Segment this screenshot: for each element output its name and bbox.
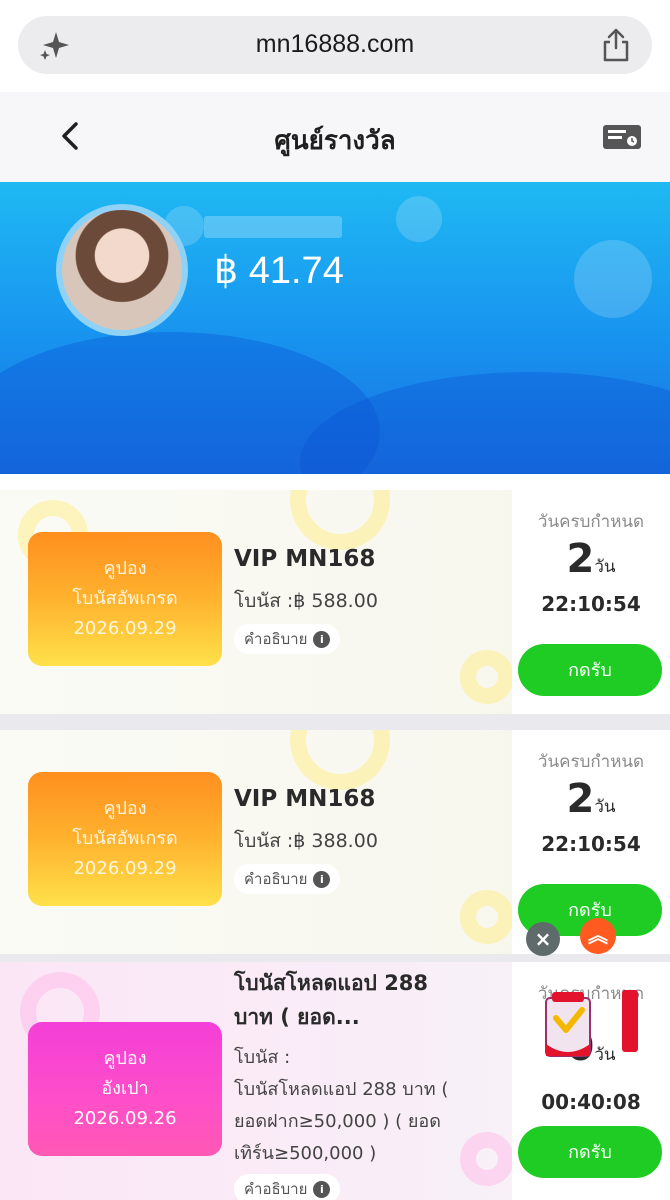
coupon-title: โบนัสโหลดแอป 288 บาท ( ยอด... <box>234 966 428 1034</box>
page-title: ศูนย์รางวัล <box>274 126 396 156</box>
coupon-badge: คูปอง อังเปา 2026.09.26 <box>28 1022 222 1156</box>
coupon-date: 2026.09.26 <box>73 1108 177 1129</box>
ticket-icon[interactable] <box>602 122 642 152</box>
explain-button[interactable]: คำอธิบาย i <box>234 1174 341 1200</box>
coupon-title-line: โบนัสโหลดแอป 288 <box>234 971 429 995</box>
days-number: 2 <box>566 536 595 582</box>
explain-label: คำอธิบาย <box>244 870 308 888</box>
coupon-kind: อังเปา <box>101 1078 149 1099</box>
coupon-title: VIP MN168 <box>234 786 376 812</box>
explain-button[interactable]: คำอธิบาย i <box>234 624 341 654</box>
bubble-decoration <box>574 240 652 318</box>
coupon-bonus-line: โบนัสโหลดแอป 288 บาท ( <box>234 1079 449 1100</box>
url-bar[interactable]: mn16888.com <box>18 16 652 74</box>
days-number: 2 <box>566 776 595 822</box>
coupon-bonus-line: ยอดฝาก≥50,000 ) ( ยอด <box>234 1111 441 1132</box>
explain-label: คำอธิบาย <box>244 1180 308 1198</box>
time-remaining: 00:40:08 <box>541 1090 641 1114</box>
avatar-image <box>62 210 182 330</box>
time-remaining: 22:10:54 <box>541 832 641 856</box>
coupon-badge: คูปอง โบนัสอัพเกรด 2026.09.29 <box>28 772 222 906</box>
coupon-bonus: โบนัส :฿ 388.00 <box>234 830 378 852</box>
ring-decoration <box>460 890 514 944</box>
days-remaining: 2วัน <box>512 536 670 582</box>
coupon-badge: คูปอง โบนัสอัพเกรด 2026.09.29 <box>28 532 222 666</box>
due-label: วันครบกำหนด <box>537 752 645 772</box>
days-unit: วัน <box>594 1045 616 1065</box>
coupon-bonus-line: เทิร์น≥500,000 ) <box>234 1143 377 1164</box>
ring-decoration <box>460 1132 514 1186</box>
coupon-card: คูปอง โบนัสอัพเกรด 2026.09.29 VIP MN168 … <box>0 730 670 954</box>
coupon-date: 2026.09.29 <box>73 618 177 639</box>
page-header: ศูนย์รางวัล <box>0 92 670 182</box>
avatar[interactable] <box>56 204 188 336</box>
sparkle-icon[interactable] <box>38 30 70 62</box>
balance-amount: ฿ 41.74 <box>214 250 344 292</box>
days-remaining: 2วัน <box>512 776 670 822</box>
ring-decoration <box>290 730 390 790</box>
coupon-bonus: โบนัส : โบนัสโหลดแอป 288 บาท ( ยอดฝาก≥50… <box>234 1042 448 1170</box>
coupon-card: คูปอง โบนัสอัพเกรด 2026.09.29 VIP MN168 … <box>0 490 670 714</box>
username-blurred <box>204 216 342 238</box>
due-panel: วันครบกำหนด 2วัน 22:10:54 กดรับ <box>512 490 670 714</box>
promo-ribbon[interactable] <box>622 990 638 1052</box>
browser-bar: mn16888.com <box>0 0 670 92</box>
coupon-bonus: โบนัส :฿ 588.00 <box>234 590 378 612</box>
days-unit: วัน <box>594 797 616 817</box>
profile-banner: ฿ 41.74 <box>0 182 670 474</box>
ring-decoration <box>290 490 390 550</box>
claim-button[interactable]: กดรับ <box>518 1126 662 1178</box>
coupon-kind: โบนัสอัพเกรด <box>72 828 178 849</box>
coupon-title-line: บาท ( ยอด... <box>234 1005 360 1029</box>
info-icon: i <box>313 1181 331 1198</box>
scroll-up-icon[interactable]: ︽ <box>580 918 616 954</box>
time-remaining: 22:10:54 <box>541 592 641 616</box>
coupon-type: คูปอง <box>103 558 147 579</box>
card-divider <box>0 714 670 730</box>
coupon-date: 2026.09.29 <box>73 858 177 879</box>
share-icon[interactable] <box>600 28 632 62</box>
url-text[interactable]: mn16888.com <box>18 30 652 59</box>
promo-badge-icon[interactable] <box>540 990 596 1064</box>
coupon-bonus-line: โบนัส : <box>234 1047 291 1068</box>
info-icon: i <box>313 871 331 888</box>
days-unit: วัน <box>594 557 616 577</box>
coupon-type: คูปอง <box>103 798 147 819</box>
due-label: วันครบกำหนด <box>537 512 645 532</box>
close-icon[interactable]: × <box>526 922 560 956</box>
claim-button[interactable]: กดรับ <box>518 644 662 696</box>
ring-decoration <box>460 650 514 704</box>
info-icon: i <box>313 631 331 648</box>
bubble-decoration <box>396 196 442 242</box>
coupon-type: คูปอง <box>103 1048 147 1069</box>
coupon-title: VIP MN168 <box>234 546 376 572</box>
coupon-kind: โบนัสอัพเกรด <box>72 588 178 609</box>
explain-button[interactable]: คำอธิบาย i <box>234 864 341 894</box>
explain-label: คำอธิบาย <box>244 630 308 648</box>
